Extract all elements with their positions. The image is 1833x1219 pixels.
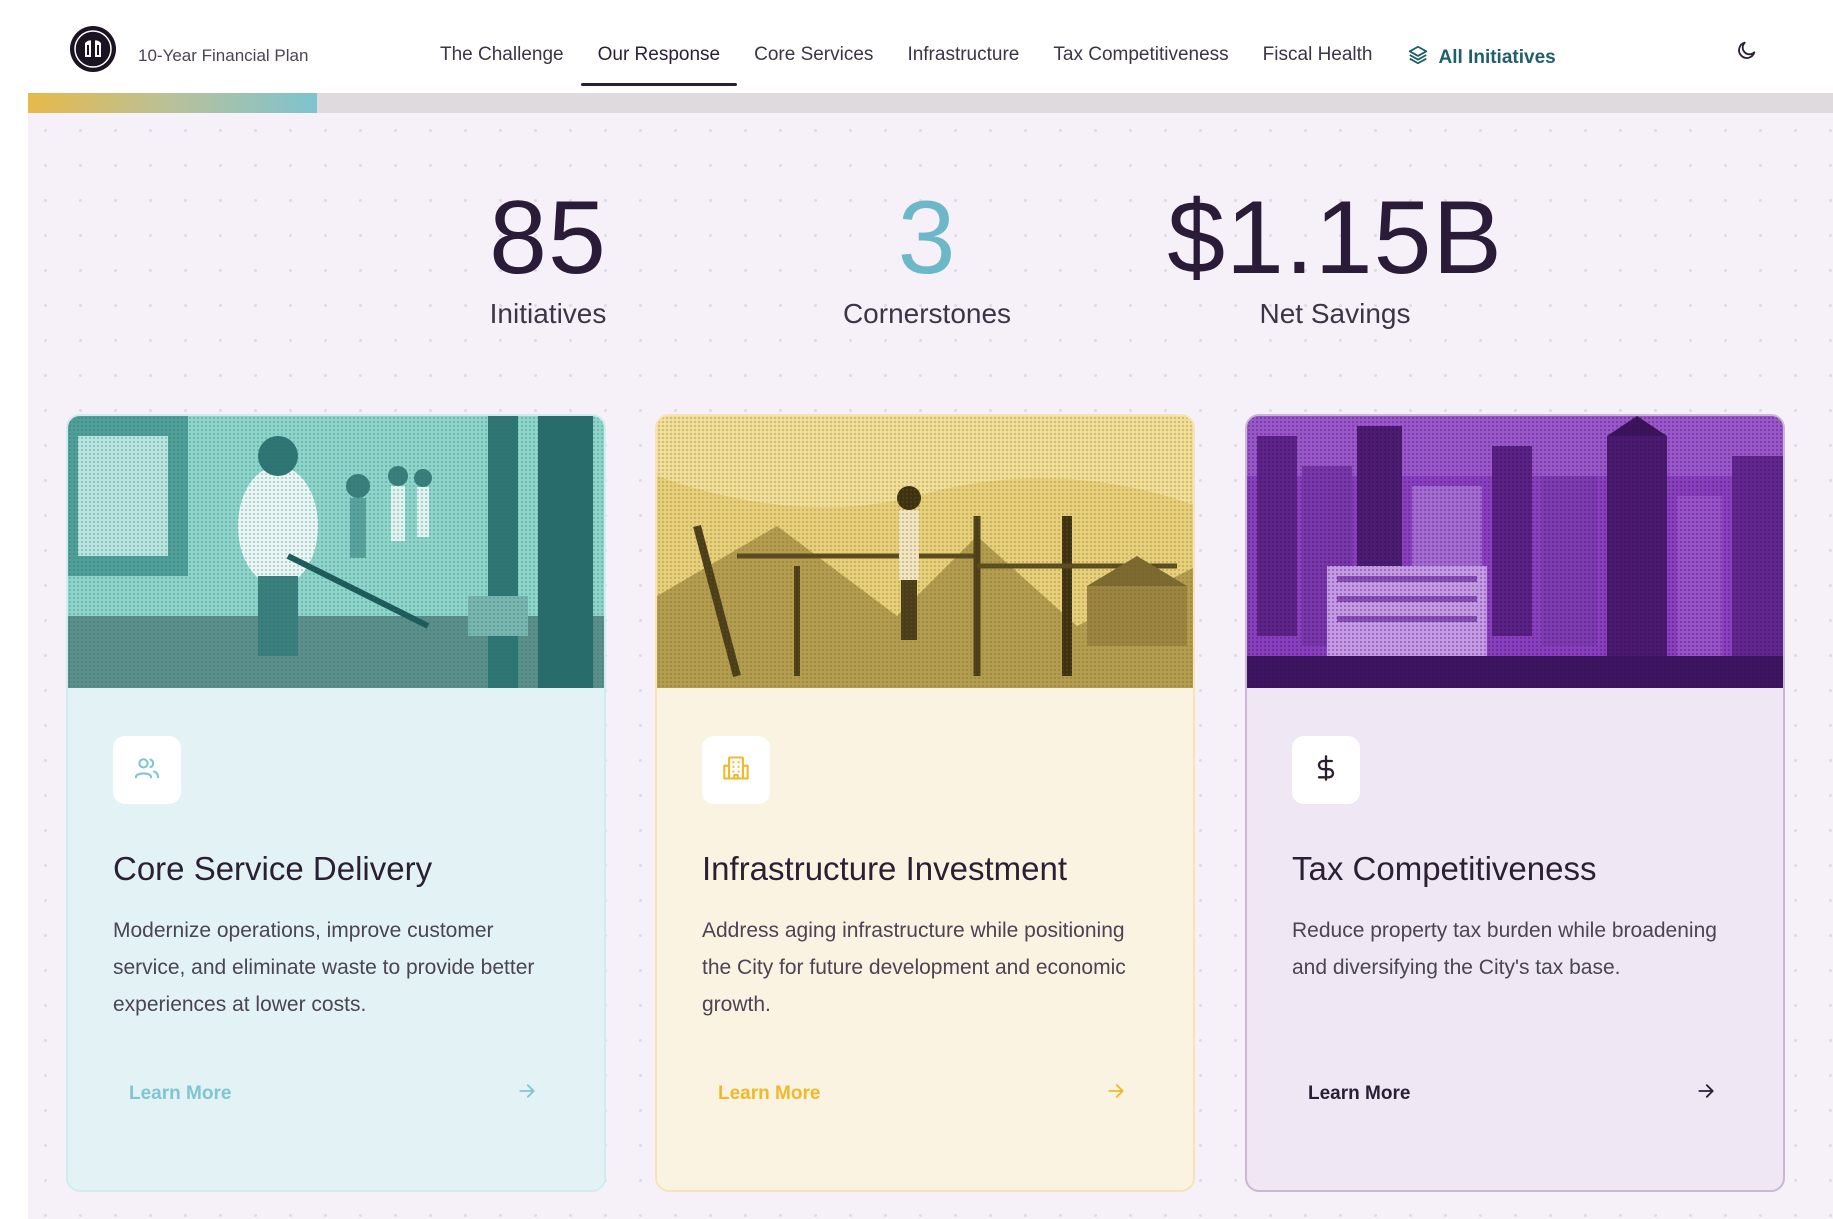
scroll-progress-fill	[28, 93, 317, 113]
stat-value: 3	[897, 180, 957, 296]
card-image-workers-paving	[68, 416, 604, 688]
brand-title: 10-Year Financial Plan	[138, 46, 309, 65]
stat-initiatives: 85 Initiatives	[398, 186, 698, 330]
card-icon-box	[1292, 736, 1360, 804]
stat-label: Cornerstones	[842, 298, 1012, 329]
stat-value: $1.15B	[1167, 180, 1503, 296]
building-icon	[722, 754, 750, 787]
card-title: Tax Competitiveness	[1292, 850, 1597, 887]
all-initiatives-label: All Initiatives	[1438, 47, 1556, 68]
card-icon-box	[702, 736, 770, 804]
nav-link-all-initiatives[interactable]: All Initiatives	[1390, 32, 1573, 86]
nav-link-core-services[interactable]: Core Services	[737, 32, 890, 86]
card-core-service-delivery[interactable]: Core Service Delivery Modernize operatio…	[66, 414, 606, 1192]
stat-value: 85	[489, 180, 607, 296]
learn-more-button[interactable]: Learn More	[1292, 1064, 1732, 1124]
learn-more-button[interactable]: Learn More	[702, 1064, 1142, 1124]
stat-label: Net Savings	[1259, 298, 1411, 329]
nav-links: The Challenge Our Response Core Services…	[423, 32, 1573, 86]
users-icon	[133, 754, 161, 787]
moon-icon	[1736, 39, 1758, 66]
card-icon-box	[113, 736, 181, 804]
card-tax-competitiveness[interactable]: Tax Competitiveness Reduce property tax …	[1245, 414, 1785, 1192]
card-title: Core Service Delivery	[113, 850, 433, 887]
learn-more-label: Learn More	[129, 1083, 232, 1104]
card-description: Address aging infrastructure while posit…	[702, 919, 1126, 1016]
learn-more-label: Learn More	[718, 1083, 821, 1104]
arrow-right-icon	[517, 1081, 537, 1107]
nav-link-the-challenge[interactable]: The Challenge	[423, 32, 581, 86]
layers-icon	[1407, 44, 1429, 72]
top-nav: 10-Year Financial Plan The Challenge Our…	[28, 8, 1833, 93]
nav-link-tax-competitiveness[interactable]: Tax Competitiveness	[1036, 32, 1245, 86]
nav-link-infrastructure[interactable]: Infrastructure	[890, 32, 1036, 86]
arrow-right-icon	[1696, 1081, 1716, 1107]
card-title: Infrastructure Investment	[702, 850, 1067, 887]
nav-link-fiscal-health[interactable]: Fiscal Health	[1246, 32, 1390, 86]
card-image-city-skyline	[1247, 416, 1783, 688]
dollar-icon	[1312, 754, 1340, 787]
theme-toggle-button[interactable]	[1733, 38, 1761, 66]
stat-cornerstones: 3 Cornerstones	[777, 186, 1077, 330]
card-infrastructure-investment[interactable]: Infrastructure Investment Address aging …	[655, 414, 1195, 1192]
scroll-progress-bar	[28, 93, 1833, 113]
card-image-construction-site	[657, 416, 1193, 688]
stat-net-savings: $1.15B Net Savings	[1155, 186, 1515, 330]
learn-more-button[interactable]: Learn More	[113, 1064, 553, 1124]
nav-link-our-response[interactable]: Our Response	[580, 32, 738, 86]
learn-more-label: Learn More	[1308, 1083, 1411, 1104]
stat-label: Initiatives	[489, 298, 607, 329]
card-description: Modernize operations, improve customer s…	[113, 919, 535, 1016]
card-description: Reduce property tax burden while broaden…	[1292, 919, 1717, 979]
page: 10-Year Financial Plan The Challenge Our…	[28, 8, 1833, 1219]
city-seal-logo[interactable]	[70, 26, 116, 72]
arrow-right-icon	[1106, 1081, 1126, 1107]
